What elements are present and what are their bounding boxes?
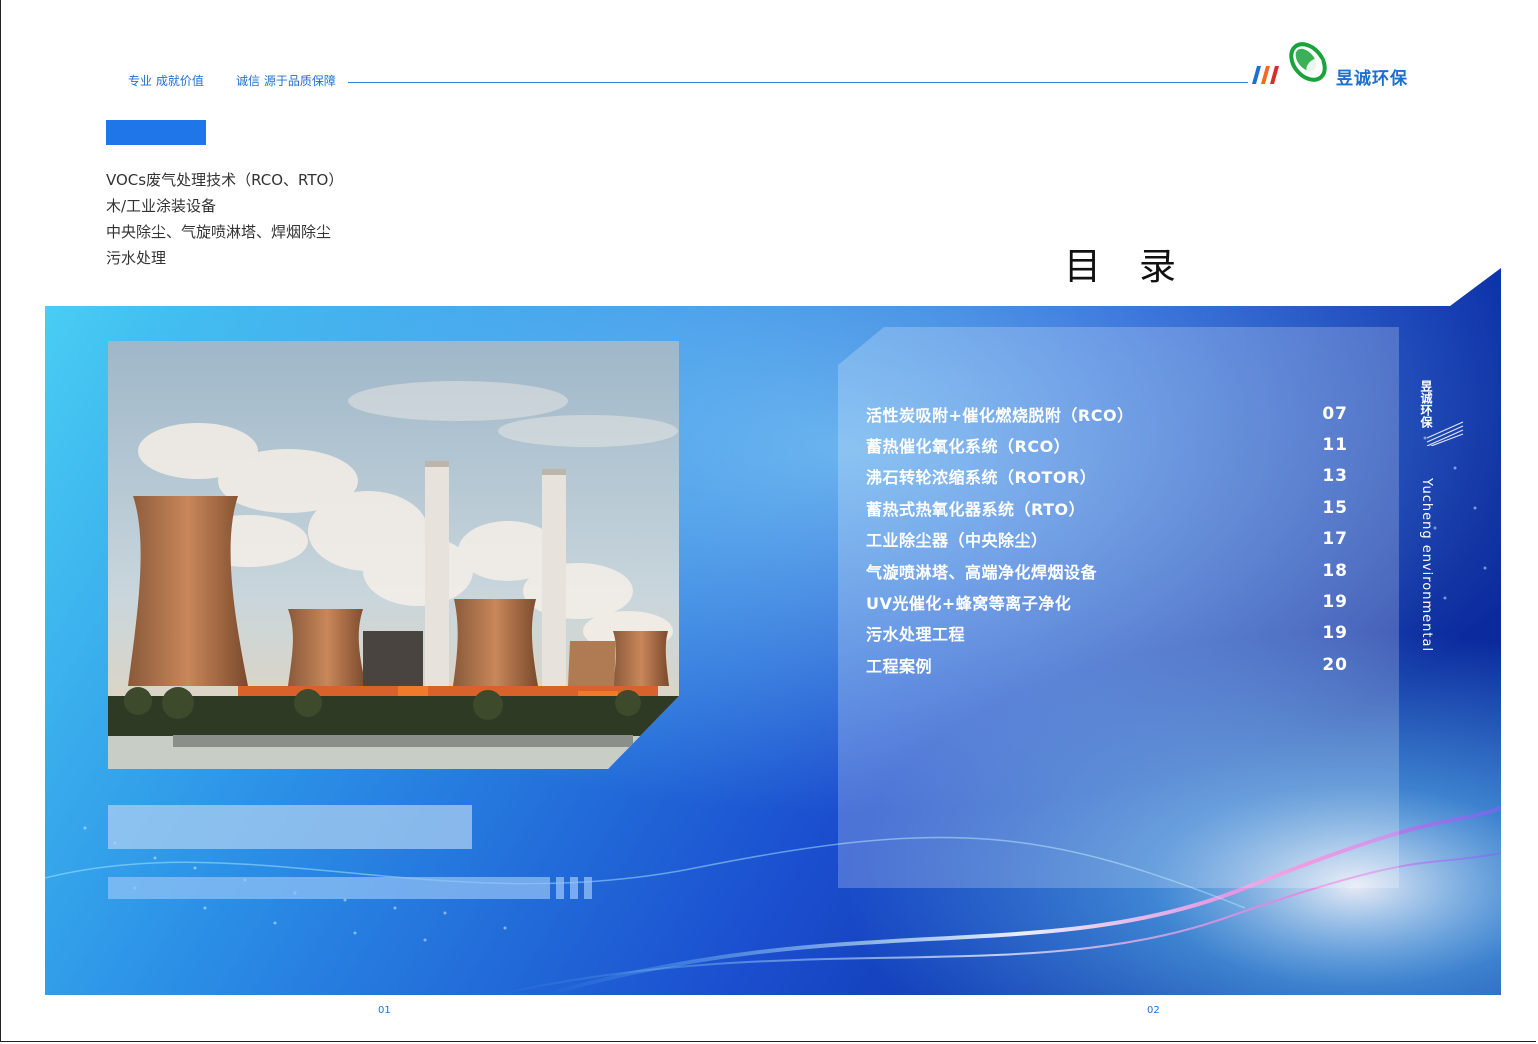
service-item: 中央除尘、气旋喷淋塔、焊烟除尘 bbox=[106, 223, 332, 241]
power-plant-photo bbox=[108, 341, 679, 769]
company-logo-icon bbox=[1289, 42, 1327, 82]
side-label-english: Yucheng environmental bbox=[1419, 478, 1434, 653]
toc-entry-label: 沸石转轮浓缩系统（ROTOR） bbox=[866, 468, 1097, 488]
services-list: VOCs废气处理技术（RCO、RTO） 木/工业涂装设备 中央除尘、气旋喷淋塔、… bbox=[106, 167, 343, 271]
toc-entry[interactable]: 污水处理工程 19 bbox=[866, 618, 1348, 649]
toc-entry-page: 19 bbox=[1322, 592, 1348, 613]
toc-entry-label: 工程案例 bbox=[866, 656, 933, 676]
toc-entry-label: 蓄热式热氧化器系统（RTO） bbox=[866, 499, 1086, 519]
toc-entry-page: 20 bbox=[1322, 654, 1348, 675]
toc-entry-label: 工业除尘器（中央除尘） bbox=[866, 531, 1048, 551]
toc-entry-page: 07 bbox=[1322, 403, 1348, 424]
decorative-bar-segment bbox=[584, 877, 592, 899]
toc-entry-page: 19 bbox=[1322, 623, 1348, 644]
section-tab bbox=[106, 120, 206, 145]
toc-entry[interactable]: 活性炭吸附+催化燃烧脱附（RCO） 07 bbox=[866, 398, 1348, 429]
toc-entry[interactable]: 沸石转轮浓缩系统（ROTOR） 13 bbox=[866, 461, 1348, 492]
toc-entry[interactable]: 气漩喷淋塔、高端净化焊烟设备 18 bbox=[866, 555, 1348, 586]
service-item: VOCs废气处理技术（RCO、RTO） bbox=[106, 171, 344, 189]
service-item: 木/工业涂装设备 bbox=[106, 197, 217, 215]
toc-list: 活性炭吸附+催化燃烧脱附（RCO） 07 蓄热催化氧化系统（RCO） 11 沸石转轮… bbox=[866, 398, 1348, 681]
brand-name: 昱诚环保 bbox=[1336, 69, 1408, 89]
toc-entry[interactable]: 蓄热式热氧化器系统（RTO） 15 bbox=[866, 492, 1348, 523]
toc-entry-page: 15 bbox=[1322, 497, 1348, 518]
page-number-right: 02 bbox=[1147, 1005, 1160, 1016]
decorative-slashes-icon bbox=[1426, 421, 1464, 446]
toc-entry[interactable]: 工业除尘器（中央除尘） 17 bbox=[866, 524, 1348, 555]
brand-stripes-icon bbox=[1252, 66, 1279, 84]
toc-entry[interactable]: 蓄热催化氧化系统（RCO） 11 bbox=[866, 429, 1348, 460]
toc-entry-page: 17 bbox=[1322, 529, 1348, 550]
toc-entry-page: 13 bbox=[1322, 466, 1348, 487]
decorative-bar bbox=[108, 805, 472, 849]
toc-entry[interactable]: 工程案例 20 bbox=[866, 649, 1348, 680]
toc-entry-page: 11 bbox=[1322, 435, 1348, 456]
toc-entry-label: 蓄热催化氧化系统（RCO） bbox=[866, 437, 1071, 457]
toc-entry-label: 气漩喷淋塔、高端净化焊烟设备 bbox=[866, 562, 1098, 582]
toc-entry-label: UV光催化+蜂窝等离子净化 bbox=[866, 594, 1072, 614]
slogan-integrity: 诚信 源于品质保障 bbox=[236, 74, 336, 88]
toc-entry[interactable]: UV光催化+蜂窝等离子净化 19 bbox=[866, 586, 1348, 617]
toc-entry-label: 活性炭吸附+催化燃烧脱附（RCO） bbox=[866, 405, 1134, 425]
toc-entry-label: 污水处理工程 bbox=[866, 625, 966, 645]
toc-entry-page: 18 bbox=[1322, 560, 1348, 581]
header-rule bbox=[348, 82, 1248, 83]
slogan-quality: 专业 成就价值 bbox=[128, 74, 204, 88]
decorative-bar bbox=[108, 877, 550, 899]
decorative-bar-segment bbox=[570, 877, 578, 899]
page-number-left: 01 bbox=[378, 1005, 391, 1016]
decorative-bar-segment bbox=[556, 877, 564, 899]
